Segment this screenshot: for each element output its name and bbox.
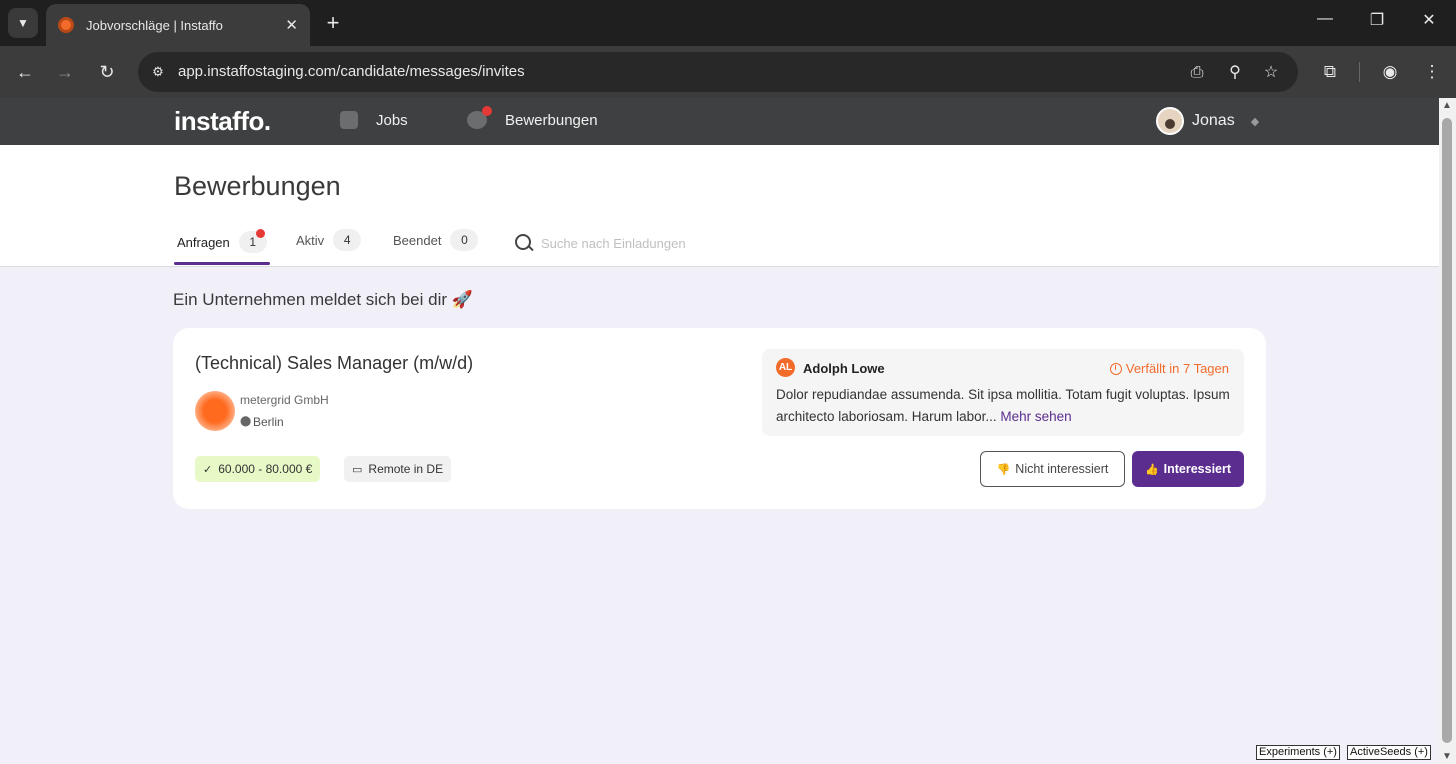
chat-bubble-icon: [467, 106, 492, 129]
not-interested-label: Nicht interessiert: [1015, 462, 1109, 476]
profile-icon[interactable]: ◉: [1378, 60, 1402, 84]
tab-aktiv[interactable]: Aktiv 4: [296, 229, 362, 251]
back-arrow-icon[interactable]: ←: [12, 59, 38, 85]
window-close-icon[interactable]: ✕: [1414, 10, 1444, 30]
tab-beendet-label: Beendet: [393, 232, 442, 248]
browser-tabstrip: ▼ Jobvorschläge | Instaffo ✕ + — ❐ ✕: [0, 0, 1456, 46]
experiments-toggle[interactable]: Experiments (+): [1256, 745, 1340, 760]
reload-icon[interactable]: ↻: [94, 59, 120, 85]
close-tab-icon[interactable]: ✕: [285, 16, 298, 34]
jobs-icon: [340, 111, 358, 129]
extensions-icon[interactable]: ⧉: [1318, 60, 1342, 84]
page-header: Bewerbungen Anfragen 1 Aktiv 4 Beendet 0: [0, 145, 1439, 267]
interested-button[interactable]: 👍 Interessiert: [1132, 451, 1244, 487]
salary-badge: ✓ 60.000 - 80.000 €: [195, 456, 321, 482]
zoom-icon[interactable]: ⚲: [1224, 62, 1246, 84]
tab-beendet[interactable]: Beendet 0: [393, 229, 479, 251]
url-text[interactable]: app.instaffostaging.com/candidate/messag…: [178, 63, 525, 80]
search-input[interactable]: [541, 235, 761, 251]
location-label: Berlin: [253, 415, 284, 429]
scrollbar-thumb[interactable]: [1442, 118, 1452, 743]
active-tab-indicator: [174, 262, 270, 265]
menu-kebab-icon[interactable]: ⋮: [1420, 60, 1444, 84]
favicon-icon: [58, 17, 74, 33]
browser-tab[interactable]: Jobvorschläge | Instaffo ✕: [46, 4, 310, 46]
recruiter-message: AL Adolph Lowe Verfällt in 7 Tagen Dolor…: [762, 349, 1244, 436]
user-name: Jonas: [1192, 112, 1235, 129]
browser-toolbar: ← → ↻ ⚙ app.instaffostaging.com/candidat…: [0, 46, 1456, 98]
chevron-down-icon: ◆: [1250, 115, 1260, 128]
site-settings-icon[interactable]: ⚙: [148, 62, 168, 82]
forward-arrow-icon[interactable]: →: [52, 59, 78, 85]
tab-anfragen-count: 1: [238, 229, 267, 253]
job-title[interactable]: (Technical) Sales Manager (m/w/d): [195, 353, 473, 374]
restore-icon[interactable]: ❐: [1362, 10, 1392, 30]
nav-jobs-label: Jobs: [376, 111, 408, 129]
tab-search-button[interactable]: ▼: [8, 8, 38, 38]
company-logo: [195, 391, 235, 431]
remote-label: Remote in DE: [368, 462, 444, 476]
user-menu[interactable]: Jonas ◆: [1156, 107, 1259, 135]
nav-jobs[interactable]: Jobs: [340, 111, 408, 129]
notification-dot: [255, 229, 265, 238]
chevron-down-icon: ▼: [17, 16, 29, 30]
invite-card: (Technical) Sales Manager (m/w/d) meterg…: [173, 328, 1266, 509]
sender-avatar: AL: [776, 358, 795, 377]
section-title: Ein Unternehmen meldet sich bei dir 🚀: [173, 290, 473, 309]
laptop-icon: ▭: [352, 463, 363, 476]
checkmark-icon: ✓: [203, 463, 213, 476]
tab-aktiv-label: Aktiv: [296, 232, 325, 248]
scroll-down-icon[interactable]: ▼: [1442, 751, 1452, 762]
minimize-icon[interactable]: —: [1310, 10, 1340, 28]
tab-aktiv-count: 4: [333, 229, 362, 251]
page-title: Bewerbungen: [174, 171, 341, 201]
interested-label: Interessiert: [1163, 462, 1232, 476]
sender-name: Adolph Lowe: [803, 361, 885, 376]
tab-anfragen-label: Anfragen: [177, 234, 230, 250]
not-interested-button[interactable]: 👎 Nicht interessiert: [980, 451, 1125, 487]
search-icon[interactable]: [514, 233, 534, 253]
nav-bewerbungen-label: Bewerbungen: [505, 111, 598, 129]
company-name: metergrid GmbH: [240, 393, 329, 407]
salary-label: 60.000 - 80.000 €: [218, 462, 313, 476]
instaffo-logo[interactable]: instaffo.: [174, 106, 271, 137]
tab-beendet-count: 0: [450, 229, 479, 251]
message-text: Dolor repudiandae assumenda. Sit ipsa mo…: [776, 384, 1236, 428]
install-app-icon[interactable]: ⎙: [1186, 62, 1208, 84]
expiry-notice: Verfällt in 7 Tagen: [1109, 361, 1229, 376]
tab-anfragen[interactable]: Anfragen 1: [177, 229, 267, 253]
notification-dot: [482, 106, 492, 116]
active-seeds-toggle[interactable]: ActiveSeeds (+): [1347, 745, 1431, 760]
avatar: [1156, 107, 1184, 135]
bookmark-star-icon[interactable]: ☆: [1260, 62, 1282, 84]
scroll-up-icon[interactable]: ▲: [1442, 100, 1452, 111]
page-scrollbar[interactable]: ▲ ▼: [1439, 98, 1456, 764]
thumbs-down-icon: 👎: [996, 463, 1011, 476]
job-location: ⬤ Berlin: [240, 415, 284, 429]
nav-bewerbungen[interactable]: Bewerbungen: [467, 106, 598, 129]
toolbar-divider: [1359, 62, 1360, 82]
address-bar[interactable]: ⚙ app.instaffostaging.com/candidate/mess…: [138, 52, 1298, 92]
see-more-link[interactable]: Mehr sehen: [1000, 409, 1071, 424]
clock-icon: [1109, 362, 1122, 375]
app-header: instaffo. Jobs Bewerbungen Jonas ◆: [0, 98, 1439, 145]
remote-badge: ▭ Remote in DE: [344, 456, 452, 482]
expiry-label: Verfällt in 7 Tagen: [1125, 361, 1229, 376]
new-tab-button[interactable]: +: [320, 10, 346, 36]
location-pin-icon: ⬤: [240, 416, 252, 427]
search-bar: [514, 233, 761, 253]
tab-title: Jobvorschläge | Instaffo: [86, 17, 223, 33]
thumbs-up-icon: 👍: [1144, 463, 1159, 476]
